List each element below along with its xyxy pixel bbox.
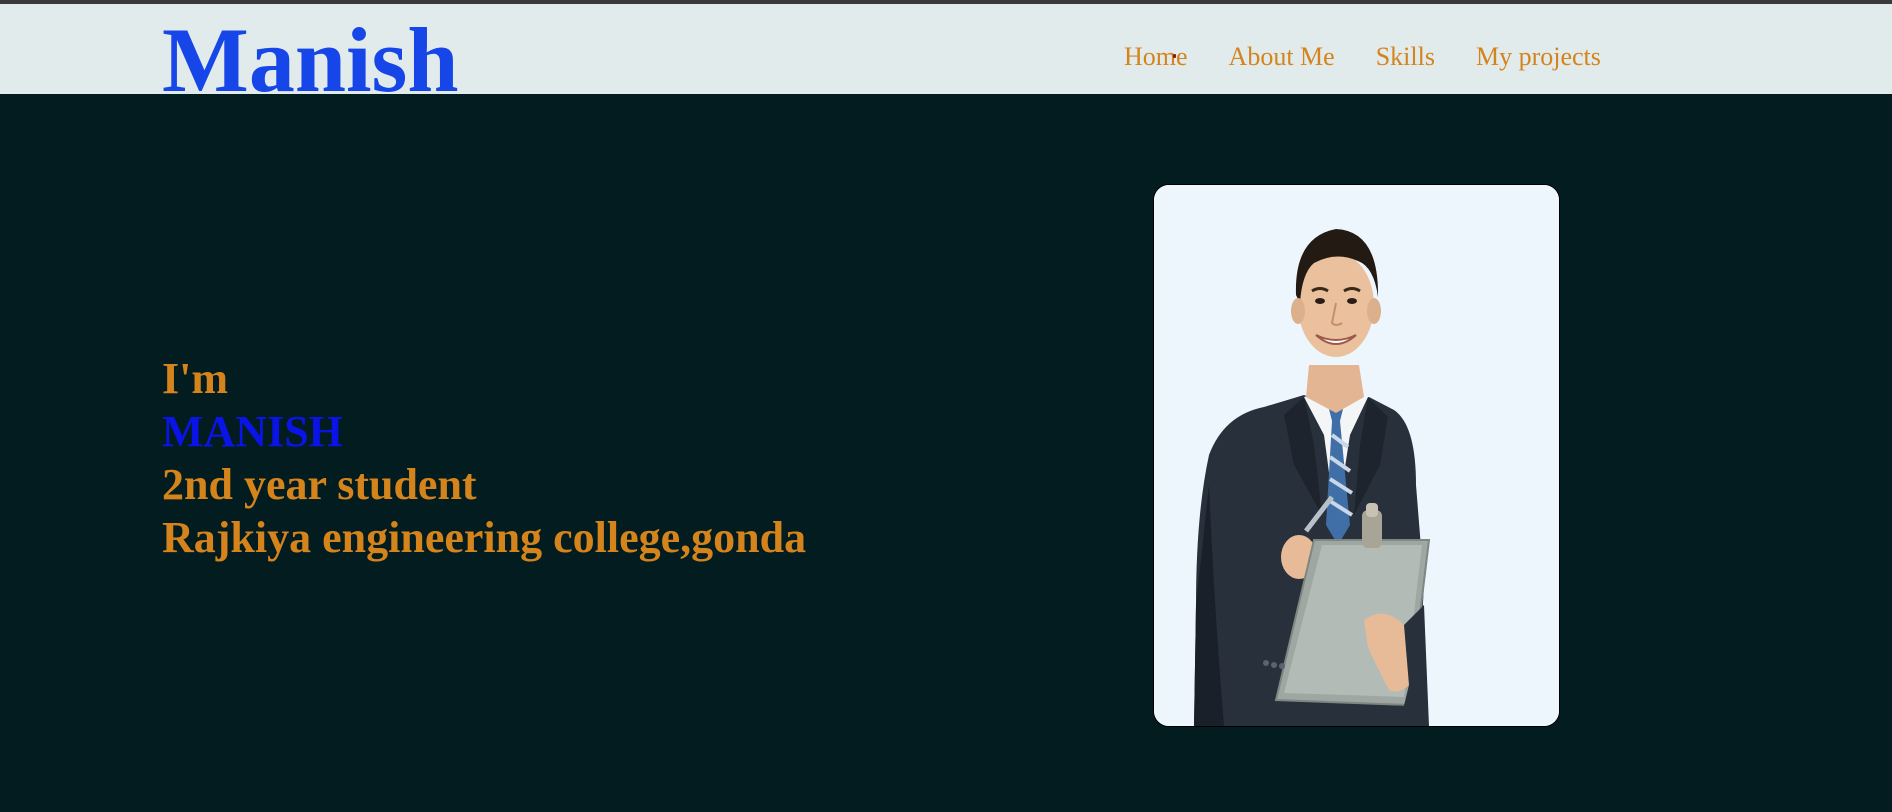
hero-intro: I'm MANISH 2nd year student Rajkiya engi… <box>162 352 806 564</box>
hero-role: 2nd year student <box>162 460 477 509</box>
site-logo[interactable]: Manish <box>162 10 459 110</box>
mouse-cursor-marker <box>1173 54 1176 58</box>
hero-name: MANISH <box>162 407 343 456</box>
nav-link-my-projects[interactable]: My projects <box>1476 40 1601 74</box>
hero-college: Rajkiya engineering college,gonda <box>162 513 807 562</box>
nav-menu: Home About Me Skills My projects <box>1124 40 1601 74</box>
navbar: Manish Home About Me Skills My projects <box>0 4 1892 110</box>
nav-link-home[interactable]: Home <box>1124 40 1188 74</box>
nav-link-skills[interactable]: Skills <box>1376 40 1435 74</box>
businessman-illustration <box>1154 185 1559 726</box>
profile-photo <box>1153 184 1560 727</box>
nav-link-about-me[interactable]: About Me <box>1229 40 1335 74</box>
hero-greeting: I'm <box>162 354 228 403</box>
